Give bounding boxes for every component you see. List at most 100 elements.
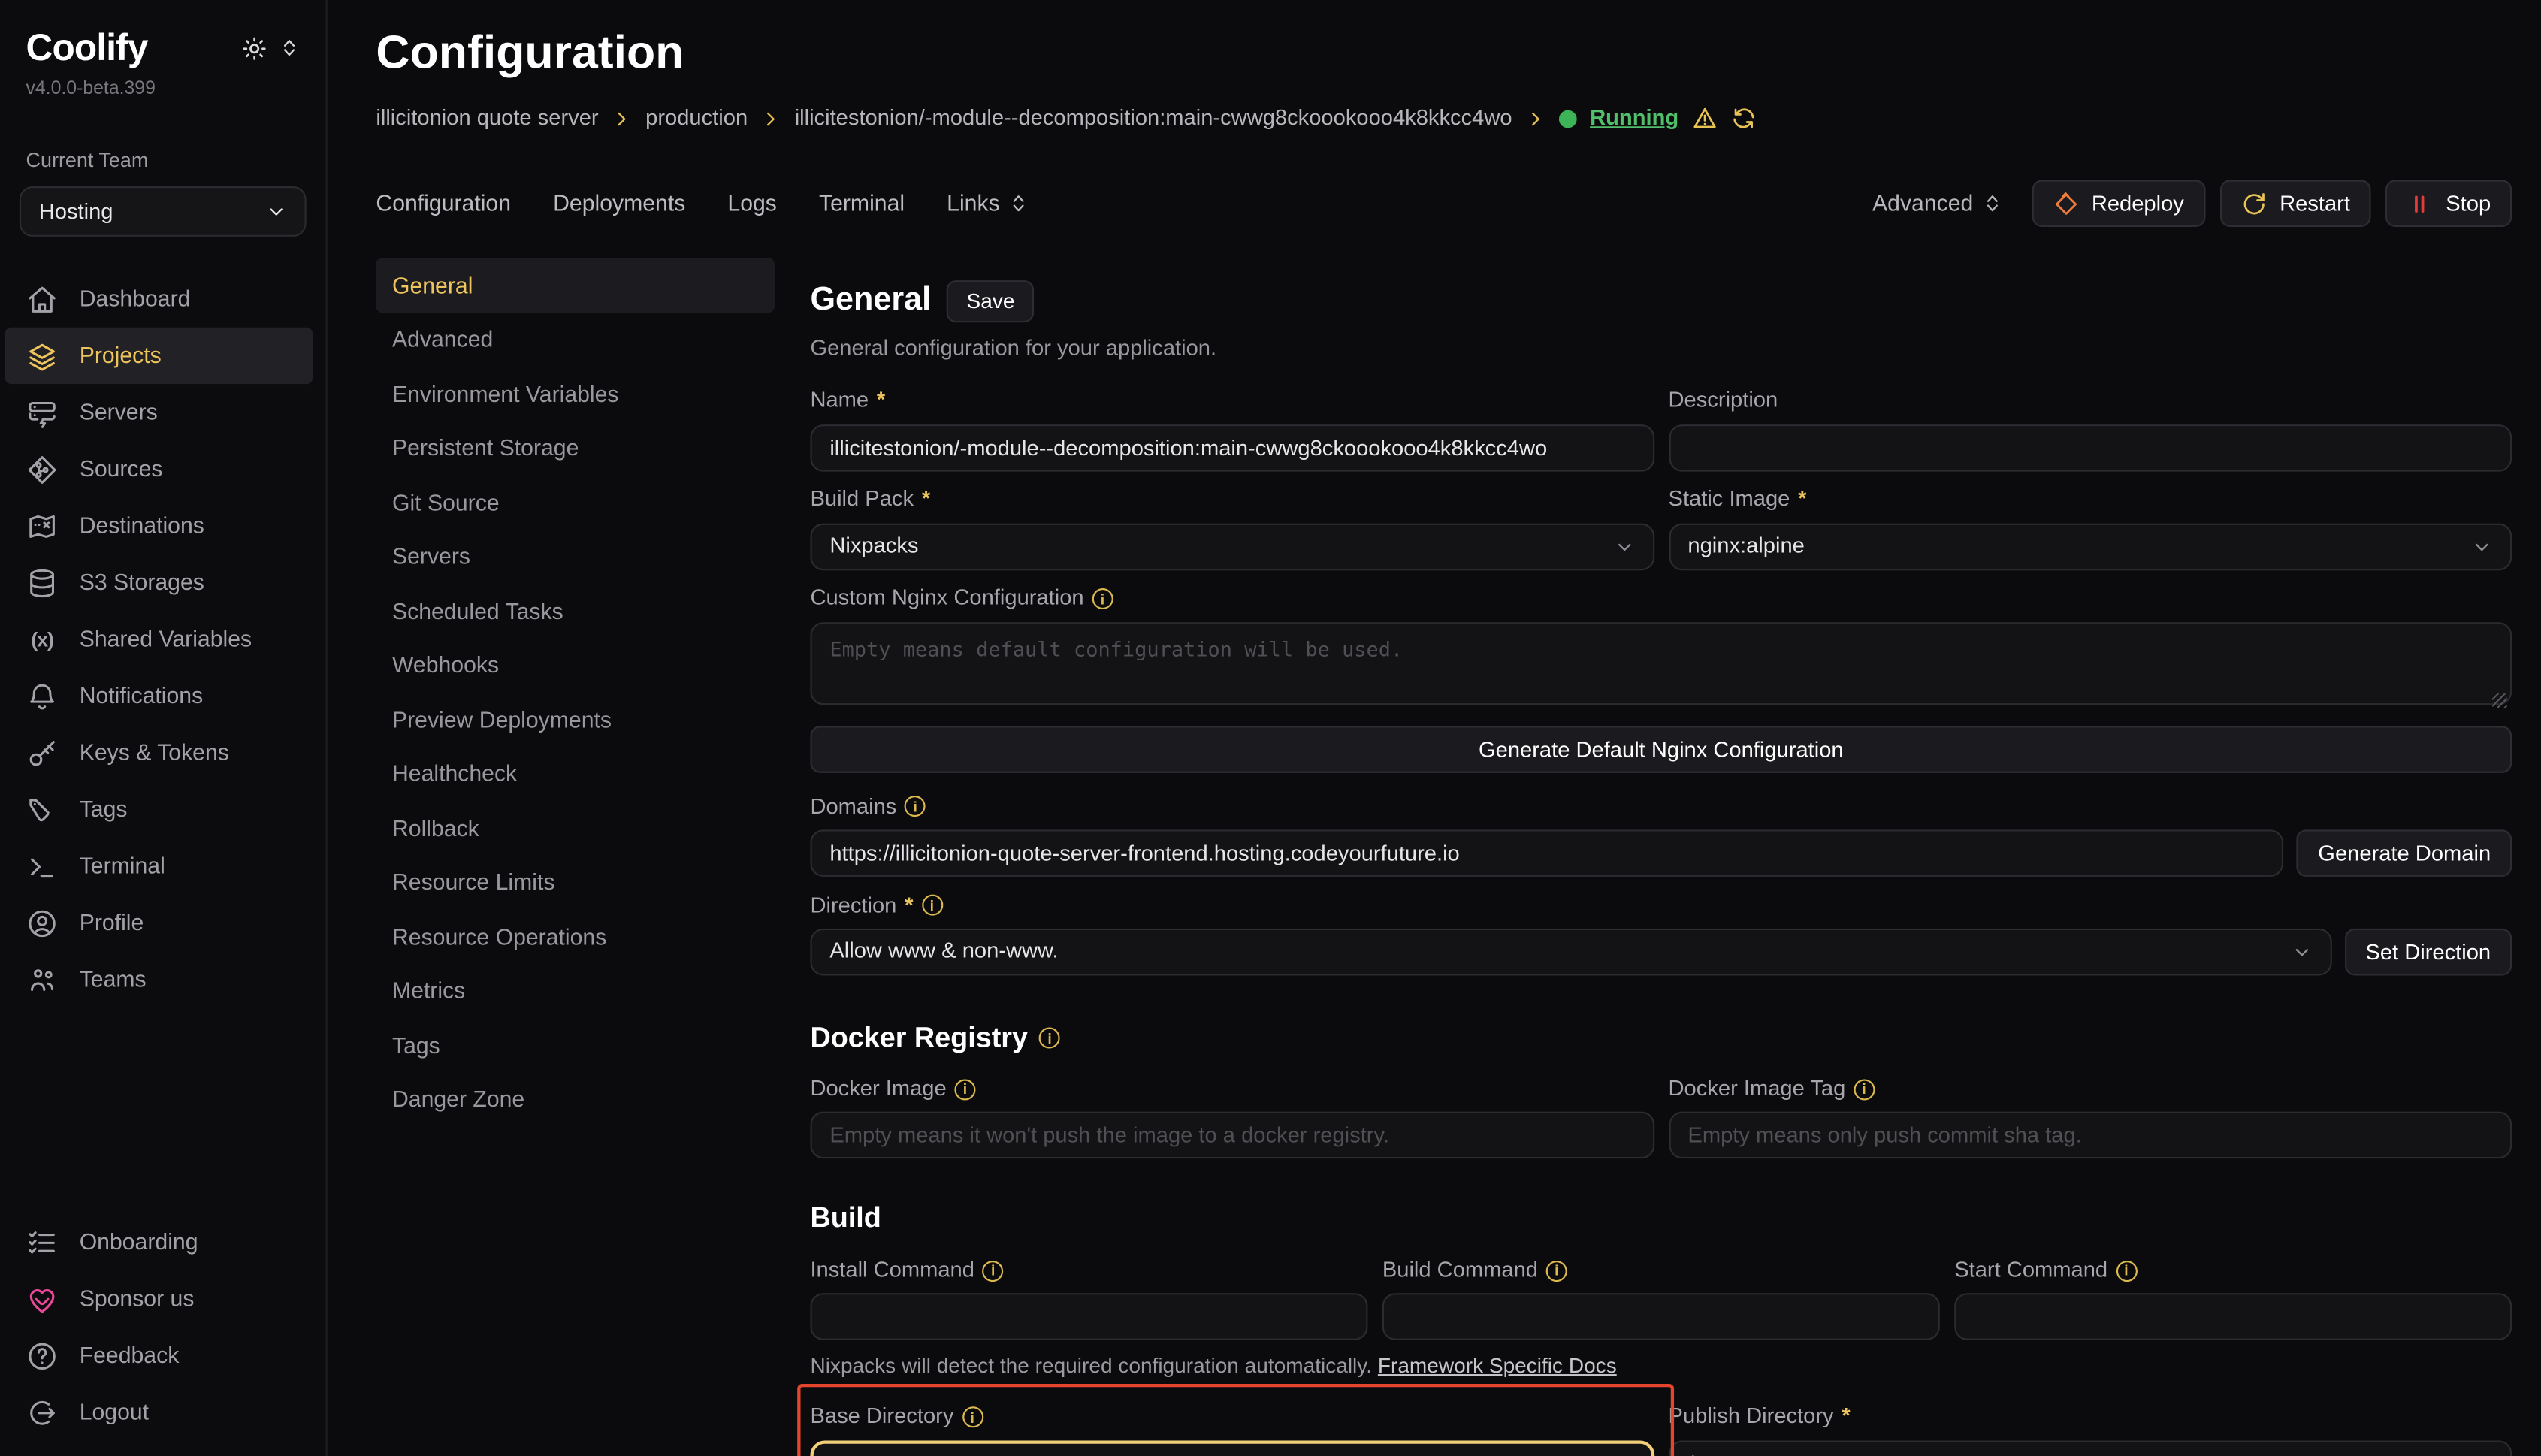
heart-hands-icon (26, 1282, 59, 1315)
chevrons-up-down-icon (1981, 193, 2002, 214)
sidebar-item-sponsor[interactable]: Sponsor us (0, 1270, 326, 1327)
refresh-icon[interactable] (1730, 106, 1757, 132)
tab-terminal[interactable]: Terminal (819, 189, 905, 219)
sidebar-item-logout[interactable]: Logout (0, 1384, 326, 1440)
build-command-input[interactable] (1382, 1293, 1940, 1340)
start-command-label: Start Command (1954, 1255, 2107, 1285)
logout-icon (26, 1396, 59, 1428)
chevron-down-icon (2471, 536, 2492, 557)
docker-image-tag-input[interactable] (1669, 1113, 2512, 1160)
team-select[interactable]: Hosting (20, 187, 307, 237)
subnav-item-scheduled-tasks[interactable]: Scheduled Tasks (376, 584, 775, 638)
direction-label: Direction (810, 891, 896, 920)
subnav-item-git-source[interactable]: Git Source (376, 476, 775, 530)
breadcrumb-application[interactable]: illicitestonion/-module--decomposition:m… (795, 104, 1512, 133)
breadcrumb-project[interactable]: illicitonion quote server (376, 104, 598, 133)
framework-docs-link[interactable]: Framework Specific Docs (1378, 1353, 1617, 1377)
subnav-item-rollback[interactable]: Rollback (376, 801, 775, 855)
subnav-item-webhooks[interactable]: Webhooks (376, 639, 775, 693)
sidebar-item-dashboard[interactable]: Dashboard (0, 271, 326, 328)
sidebar-item-projects[interactable]: Projects (5, 328, 313, 385)
build-pack-label: Build Pack (810, 485, 914, 515)
nginx-config-label: Custom Nginx Configuration (810, 584, 1083, 613)
sidebar-item-notifications[interactable]: Notifications (0, 669, 326, 725)
breadcrumb-environment[interactable]: production (645, 104, 748, 133)
build-command-label: Build Command (1382, 1255, 1538, 1285)
subnav-item-danger-zone[interactable]: Danger Zone (376, 1073, 775, 1127)
subnav-item-resource-limits[interactable]: Resource Limits (376, 856, 775, 910)
save-button[interactable]: Save (947, 280, 1035, 322)
install-command-input[interactable] (810, 1293, 1367, 1340)
name-input[interactable] (810, 424, 1654, 471)
info-icon (962, 1406, 983, 1427)
chevrons-up-down-icon (1008, 193, 1029, 214)
coolify-app: Coolify v4.0.0-beta.399 Current Team Hos… (0, 0, 2541, 1456)
base-directory-label: Base Directory (810, 1403, 953, 1432)
generate-nginx-button[interactable]: Generate Default Nginx Configuration (810, 726, 2512, 773)
base-directory-input[interactable] (810, 1440, 1654, 1456)
subnav-item-metrics[interactable]: Metrics (376, 964, 775, 1018)
name-label: Name (810, 386, 869, 415)
sidebar-item-terminal[interactable]: Terminal (0, 838, 326, 895)
app-logo: Coolify (26, 23, 148, 73)
tab-deployments[interactable]: Deployments (553, 189, 685, 219)
sidebar-item-profile[interactable]: Profile (0, 896, 326, 952)
docker-image-input[interactable] (810, 1113, 1654, 1160)
static-image-label: Static Image (1669, 485, 1790, 515)
subnav-item-general[interactable]: General (376, 258, 775, 313)
tab-configuration[interactable]: Configuration (376, 189, 511, 219)
page-title: Configuration (376, 23, 2512, 86)
subnav-item-tags[interactable]: Tags (376, 1018, 775, 1072)
generate-domain-button[interactable]: Generate Domain (2297, 829, 2512, 877)
sidebar-item-keys-tokens[interactable]: Keys & Tokens (0, 725, 326, 781)
status-dot (1559, 110, 1577, 128)
chevron-down-icon (2291, 941, 2312, 962)
subnav-item-servers[interactable]: Servers (376, 530, 775, 584)
redeploy-button[interactable]: Redeploy (2032, 180, 2205, 228)
nginx-config-textarea[interactable] (810, 621, 2512, 704)
info-icon (1039, 1028, 1060, 1049)
sidebar-item-onboarding[interactable]: Onboarding (0, 1214, 326, 1270)
build-pack-select[interactable]: Nixpacks (810, 523, 1654, 570)
set-direction-button[interactable]: Set Direction (2344, 928, 2512, 975)
domains-label: Domains (810, 792, 896, 821)
subnav-item-advanced[interactable]: Advanced (376, 313, 775, 367)
sidebar-item-feedback[interactable]: Feedback (0, 1328, 326, 1384)
info-icon (955, 1079, 976, 1100)
redeploy-icon (2053, 191, 2079, 217)
warning-triangle-icon[interactable] (1691, 106, 1718, 132)
status-running-link[interactable]: Running (1590, 104, 1678, 133)
tabs-row: Configuration Deployments Logs Terminal … (376, 180, 2512, 228)
subnav-item-resource-operations[interactable]: Resource Operations (376, 910, 775, 964)
variables-icon: (x) (26, 627, 59, 654)
main-area: Configuration illicitonion quote server … (328, 0, 2541, 1456)
static-image-select[interactable]: nginx:alpine (1669, 523, 2512, 570)
subnav-item-environment-variables[interactable]: Environment Variables (376, 367, 775, 421)
publish-directory-input[interactable] (1669, 1440, 2512, 1456)
theme-sun-icon[interactable] (241, 35, 267, 61)
tab-logs[interactable]: Logs (727, 189, 776, 219)
sidebar-item-shared-variables[interactable]: (x) Shared Variables (0, 612, 326, 668)
stop-button[interactable]: Stop (2385, 180, 2512, 228)
chevron-right-icon (612, 108, 633, 129)
sidebar-item-teams[interactable]: Teams (0, 952, 326, 1008)
sidebar-item-sources[interactable]: Sources (0, 442, 326, 498)
direction-select[interactable]: Allow www & non-www. (810, 928, 2331, 975)
advanced-menu[interactable]: Advanced (1872, 189, 2002, 219)
subnav-item-persistent-storage[interactable]: Persistent Storage (376, 421, 775, 475)
start-command-input[interactable] (1954, 1293, 2512, 1340)
terminal-icon (26, 850, 59, 883)
subnav-item-preview-deployments[interactable]: Preview Deployments (376, 693, 775, 747)
theme-select-chevrons-icon[interactable] (279, 38, 300, 59)
sidebar-item-s3-storages[interactable]: S3 Storages (0, 555, 326, 612)
sidebar-item-servers[interactable]: Servers (0, 385, 326, 441)
bell-icon (26, 681, 59, 713)
restart-button[interactable]: Restart (2219, 180, 2371, 228)
sidebar: Coolify v4.0.0-beta.399 Current Team Hos… (0, 0, 328, 1456)
sidebar-item-tags[interactable]: Tags (0, 782, 326, 838)
tab-links[interactable]: Links (947, 189, 1029, 219)
subnav-item-healthcheck[interactable]: Healthcheck (376, 747, 775, 801)
description-input[interactable] (1669, 424, 2512, 471)
domains-input[interactable] (810, 829, 2284, 877)
sidebar-item-destinations[interactable]: Destinations (0, 498, 326, 554)
